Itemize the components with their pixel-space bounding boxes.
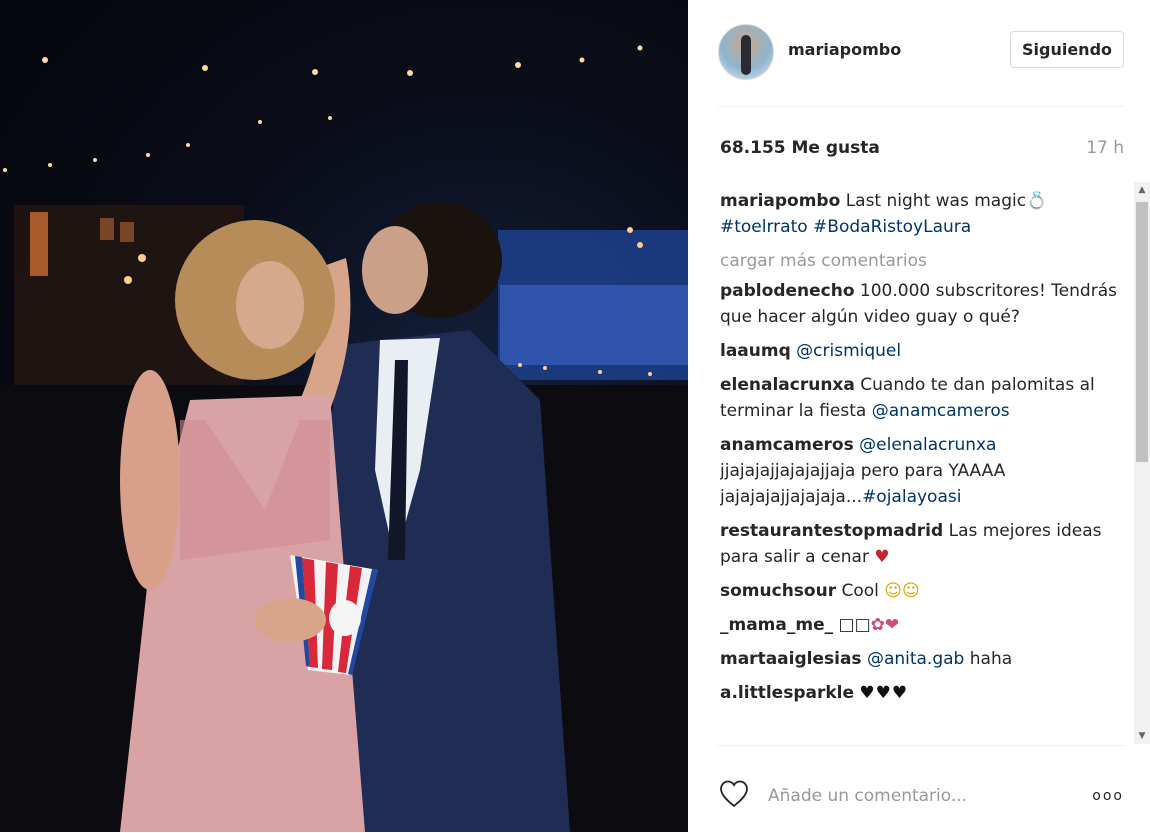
username-link[interactable]: mariapombo [788,40,901,59]
more-options-icon[interactable]: ooo [1084,782,1124,810]
comment-username[interactable]: anamcameros [720,435,854,455]
comment-mention[interactable]: @anamcameros [872,401,1010,421]
comment-composer: ooo [718,745,1124,833]
ring-emoji-icon: 💍 [1026,191,1048,211]
likes-row: 68.155 Me gusta 17 h [720,136,1124,164]
caption-text: Last night was magic [845,191,1027,211]
scroll-up-icon[interactable]: ▲ [1134,182,1150,198]
comment-item: restaurantestopmadrid Las mejores ideas … [720,518,1118,570]
comment-username[interactable]: somuchsour [720,581,836,601]
comment-item: pablodenecho 100.000 subscritores! Tendr… [720,278,1118,330]
caption-username[interactable]: mariapombo [720,191,840,211]
comment-item: elenalacrunxa Cuando te dan palomitas al… [720,372,1118,424]
red-heart-emoji-icon: ♥ [874,547,890,567]
comment-hashtag[interactable]: #ojalayoasi [862,487,961,507]
comments-scrollbar[interactable]: ▲ ▼ [1134,182,1150,744]
comment-mention[interactable]: @anita.gab [867,649,964,669]
comment-mention[interactable]: @crismiquel [796,341,901,361]
instagram-post-view: mariapombo Siguiendo 68.155 Me gusta 17 … [0,0,1150,832]
smiley-emoji-icon: ☺☺ [884,581,920,601]
caption-hashtags[interactable]: #toelrrato #BodaRistoyLaura [720,217,971,237]
post-details-panel: mariapombo Siguiendo 68.155 Me gusta 17 … [688,0,1150,832]
heart-outline-icon [720,780,748,808]
comment-username[interactable]: martaaiglesias [720,649,862,669]
comment-username[interactable]: a.littlesparkle [720,683,854,703]
comment-text: Cool [841,581,879,601]
load-more-comments-link[interactable]: cargar más comentarios [720,248,1118,274]
avatar[interactable] [718,24,774,80]
comment-input[interactable] [768,782,1058,810]
flower-hearts-emoji-icon: ✿❤ [870,615,900,635]
comment-username[interactable]: elenalacrunxa [720,375,855,395]
black-hearts-emoji-icon: ♥♥♥ [859,683,909,703]
photo-illustration [0,45,688,832]
comment-username[interactable]: restaurantestopmadrid [720,521,943,541]
comment-item: a.littlesparkle ♥♥♥ [720,680,1118,706]
post-photo[interactable] [0,0,688,832]
caption: mariapombo Last night was magic💍 #toelrr… [720,188,1118,240]
comment-item: martaaiglesias @anita.gab haha [720,646,1118,672]
comment-item: laaumq @crismiquel [720,338,1118,364]
comment-username[interactable]: pablodenecho [720,281,855,301]
comments-list: mariapombo Last night was magic💍 #toelrr… [720,188,1118,744]
scroll-down-icon[interactable]: ▼ [1134,728,1150,744]
comment-username[interactable]: _mama_me_ [720,615,833,635]
post-header: mariapombo Siguiendo [718,20,1124,107]
comment-mention[interactable]: @elenalacrunxa [859,435,996,455]
comment-item: anamcameros @elenalacrunxa jjajajajjajaj… [720,432,1118,510]
comment-item: _mama_me_ □□✿❤ [720,612,1118,638]
following-button[interactable]: Siguiendo [1010,31,1124,68]
comment-text: □□ [838,615,871,635]
post-timestamp[interactable]: 17 h [1086,138,1124,158]
comment-username[interactable]: laaumq [720,341,791,361]
avatar-figure [741,35,751,75]
comment-text: haha [969,649,1013,669]
scrollbar-thumb[interactable] [1136,202,1148,462]
like-button[interactable] [718,779,750,809]
comment-item: somuchsour Cool ☺☺ [720,578,1118,604]
likes-count[interactable]: 68.155 Me gusta [720,138,880,158]
